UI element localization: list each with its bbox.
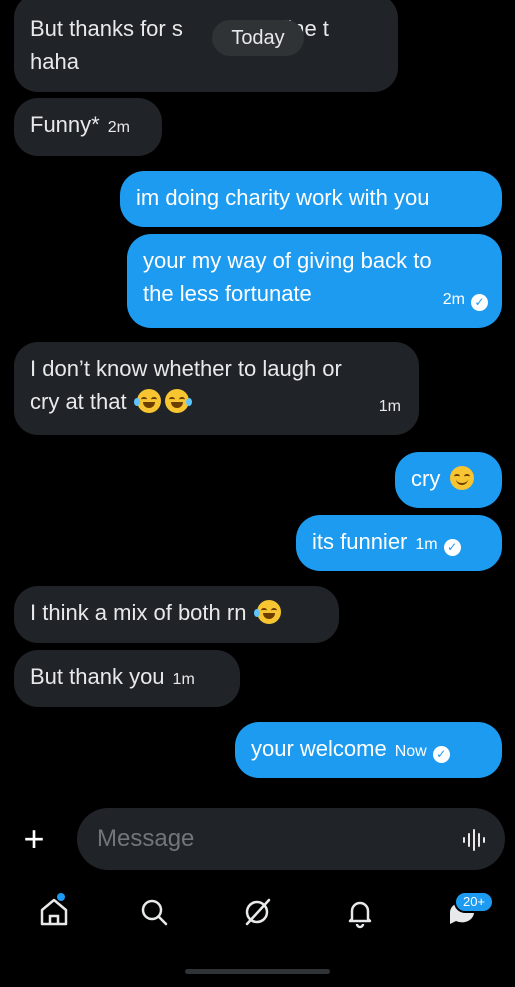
message-outgoing[interactable]: cry (395, 452, 502, 508)
message-text: cry (411, 466, 441, 491)
home-indicator (185, 969, 330, 974)
home-notification-dot (57, 893, 65, 901)
grok-icon[interactable] (237, 892, 277, 932)
tab-bar (0, 880, 515, 950)
message-text: your my way of giving back to (143, 248, 432, 273)
face-with-tears-of-joy-icon (133, 389, 161, 413)
message-time: 1m (378, 398, 401, 415)
message-time: 1m (415, 536, 438, 553)
message-text: But thank you (30, 664, 165, 689)
message-time: 2m (107, 119, 130, 136)
plus-icon[interactable]: + (14, 820, 54, 860)
message-input[interactable]: Message (77, 808, 505, 870)
message-text: the less fortunate (143, 281, 312, 306)
message-placeholder: Message (97, 825, 195, 852)
voice-waveform-icon[interactable] (461, 828, 487, 852)
message-text: I think a mix of both rn (30, 600, 247, 625)
home-icon[interactable] (34, 892, 74, 932)
message-incoming[interactable]: I don’t know whether to laugh or cry at … (14, 342, 419, 435)
read-receipt-icon: ✓ (443, 539, 461, 556)
message-incoming[interactable]: Funny* 2m (14, 98, 162, 156)
message-text: haha (30, 49, 79, 74)
smiling-face-with-blush-icon (450, 466, 475, 490)
read-receipt-icon: ✓ (432, 746, 450, 763)
face-with-tears-of-joy-icon (253, 600, 281, 624)
message-outgoing[interactable]: your welcome Now ✓ (235, 722, 502, 778)
message-text: I don’t know whether to laugh or (30, 356, 342, 381)
message-text: your welcome (251, 736, 387, 761)
message-outgoing[interactable]: im doing charity work with you (120, 171, 502, 227)
message-text: cry at that (30, 389, 127, 414)
message-incoming[interactable]: But thank you 1m (14, 650, 240, 707)
message-text: im doing charity work with you (136, 185, 430, 210)
message-time: Now (394, 743, 427, 760)
message-text: its funnier (312, 529, 408, 554)
date-separator: Today (212, 20, 304, 56)
message-text: But thanks for s (30, 16, 183, 41)
message-outgoing[interactable]: its funnier 1m ✓ (296, 515, 502, 571)
search-icon[interactable] (134, 892, 174, 932)
message-text: Funny* (30, 112, 100, 137)
messages-badge: 20+ (454, 891, 494, 913)
message-incoming[interactable]: But thanks for sn fine t haha (14, 0, 398, 92)
face-with-tears-of-joy-icon (164, 389, 192, 413)
message-thread[interactable]: But thanks for sn fine t haha Today Funn… (0, 0, 515, 800)
message-time: 1m (172, 671, 195, 688)
message-outgoing[interactable]: your my way of giving back to the less f… (127, 234, 502, 328)
composer: + Message (0, 806, 515, 872)
read-receipt-icon: ✓ (471, 294, 488, 311)
message-incoming[interactable]: I think a mix of both rn (14, 586, 339, 643)
message-time: 2m (442, 291, 465, 308)
bell-icon[interactable] (340, 892, 380, 932)
